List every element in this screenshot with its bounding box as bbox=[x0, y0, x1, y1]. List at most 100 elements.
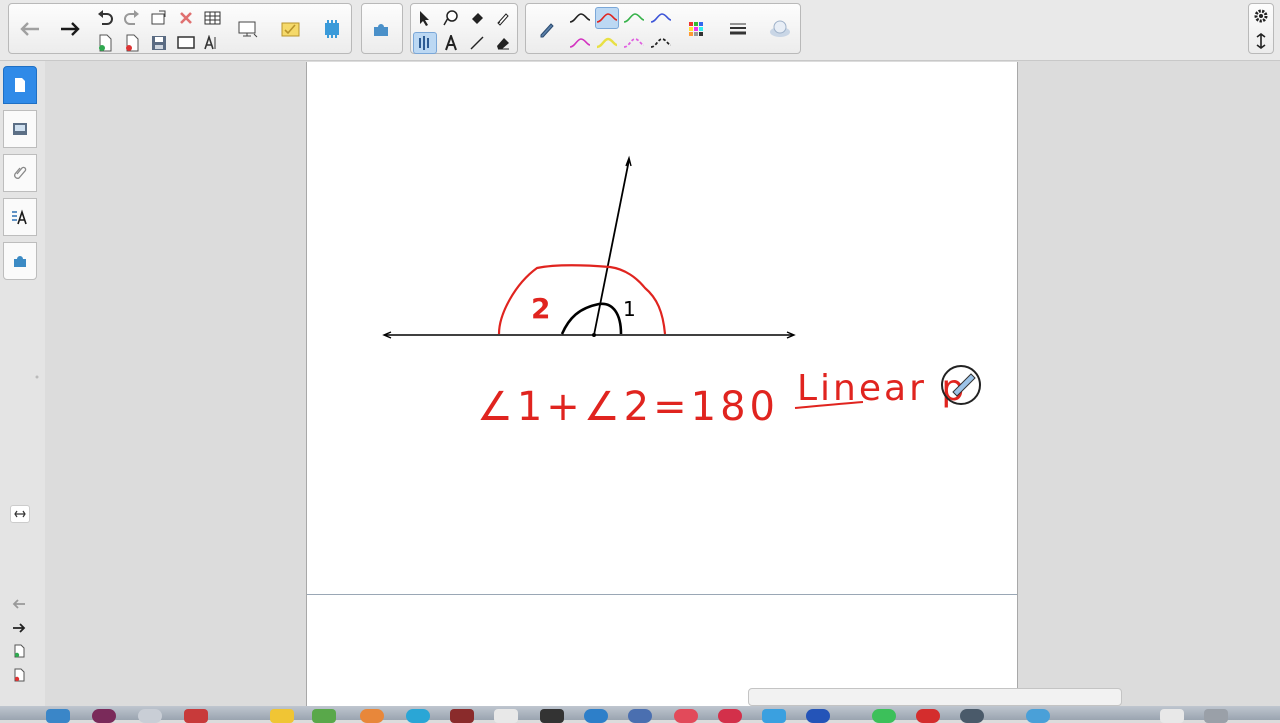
ink-drawing[interactable]: 1 2 ∠1+∠2=180 Linear p bbox=[307, 62, 1017, 720]
table-icon bbox=[204, 11, 221, 25]
toolbar-group-pens bbox=[525, 3, 801, 54]
panel-resize-dot[interactable] bbox=[34, 374, 40, 380]
table-button[interactable] bbox=[201, 7, 225, 29]
back-arrow-button[interactable] bbox=[13, 7, 47, 51]
forward-arrow-icon bbox=[61, 22, 80, 36]
line-style-icon bbox=[596, 13, 618, 23]
back-arrow-icon bbox=[20, 22, 39, 36]
line-style-icon bbox=[650, 38, 672, 48]
gallery-tab[interactable] bbox=[3, 110, 37, 148]
toolbar-group-select bbox=[410, 3, 518, 54]
dock-app-icon[interactable] bbox=[360, 709, 384, 723]
delete-button[interactable] bbox=[174, 7, 198, 29]
page-sorter-tab[interactable] bbox=[3, 66, 37, 104]
fill-tool[interactable] bbox=[465, 7, 489, 29]
save-button[interactable] bbox=[147, 32, 171, 54]
eraser-tool[interactable] bbox=[491, 32, 515, 54]
screen-icon bbox=[238, 21, 258, 38]
line-tool-icon bbox=[470, 36, 484, 50]
text-tool[interactable] bbox=[439, 32, 463, 54]
color-palette-button[interactable] bbox=[679, 7, 713, 51]
add-page-side-button[interactable] bbox=[10, 643, 28, 659]
dock-app-icon[interactable] bbox=[1160, 709, 1184, 723]
vertex-point bbox=[592, 333, 596, 337]
forward-arrow-icon bbox=[13, 623, 26, 633]
line-style-icon bbox=[650, 13, 672, 23]
pen-style-red[interactable] bbox=[595, 7, 619, 29]
delete-icon bbox=[180, 12, 192, 24]
dock-app-icon[interactable] bbox=[270, 709, 294, 723]
dock-app-icon[interactable] bbox=[584, 709, 608, 723]
pen-tool[interactable] bbox=[413, 32, 437, 54]
dock-app-icon[interactable] bbox=[674, 709, 698, 723]
shape-tool[interactable] bbox=[439, 7, 463, 29]
pen-style-black[interactable] bbox=[568, 7, 592, 29]
pen-style-magenta[interactable] bbox=[568, 32, 592, 54]
dock-app-icon[interactable] bbox=[138, 709, 162, 723]
dock-app-icon[interactable] bbox=[806, 709, 830, 723]
angle-label-1: 1 bbox=[623, 297, 636, 321]
pen-button[interactable] bbox=[530, 7, 564, 51]
horizontal-scrollbar[interactable] bbox=[748, 688, 1122, 706]
main-toolbar bbox=[0, 0, 1280, 61]
angle-1-arc bbox=[560, 302, 623, 335]
properties-tab[interactable] bbox=[3, 198, 37, 236]
toolbar-group-edit bbox=[8, 3, 352, 54]
shape-icon bbox=[443, 10, 458, 26]
forward-arrow-button[interactable] bbox=[53, 7, 87, 51]
dock-app-icon[interactable] bbox=[960, 709, 984, 723]
dock-app-icon[interactable] bbox=[762, 709, 786, 723]
addon-icon bbox=[325, 20, 339, 38]
select-tool[interactable] bbox=[413, 7, 437, 29]
dock-app-icon[interactable] bbox=[92, 709, 116, 723]
properties-button[interactable] bbox=[763, 7, 797, 51]
dock-app-icon[interactable] bbox=[494, 709, 518, 723]
straight-line[interactable] bbox=[382, 331, 796, 339]
text-format-button[interactable] bbox=[201, 32, 225, 54]
dock-app-icon[interactable] bbox=[1204, 709, 1228, 723]
open-file-icon bbox=[151, 10, 166, 25]
measure-button[interactable] bbox=[274, 7, 308, 51]
line-tool[interactable] bbox=[465, 32, 489, 54]
pen-style-blue[interactable] bbox=[649, 7, 673, 29]
addon-button[interactable] bbox=[315, 7, 349, 51]
screen-capture-button[interactable] bbox=[231, 7, 265, 51]
settings-button[interactable] bbox=[1249, 5, 1273, 27]
puzzle-button[interactable] bbox=[365, 7, 399, 51]
delete-page-side-button[interactable] bbox=[10, 667, 28, 683]
dock-app-icon[interactable] bbox=[916, 709, 940, 723]
pen-style-black-dashed[interactable] bbox=[649, 32, 673, 54]
dock-app-icon[interactable] bbox=[450, 709, 474, 723]
left-right-arrow-icon bbox=[14, 510, 26, 518]
dock-app-icon[interactable] bbox=[718, 709, 742, 723]
whiteboard-page[interactable]: 1 2 ∠1+∠2=180 Linear p bbox=[306, 62, 1018, 720]
magic-pen-tool[interactable] bbox=[491, 7, 515, 29]
dock-app-icon[interactable] bbox=[872, 709, 896, 723]
panel-swap-button[interactable] bbox=[10, 505, 30, 523]
dock-app-icon[interactable] bbox=[406, 709, 430, 723]
toolbar-position-button[interactable] bbox=[1249, 30, 1273, 52]
add-page-button[interactable] bbox=[93, 32, 117, 54]
dock-app-icon[interactable] bbox=[46, 709, 70, 723]
attachments-tab[interactable] bbox=[3, 154, 37, 192]
pen-style-yellow[interactable] bbox=[595, 32, 619, 54]
remove-page-button[interactable] bbox=[120, 32, 144, 54]
pen-style-pink-dashed[interactable] bbox=[622, 32, 646, 54]
previous-page-button[interactable] bbox=[10, 596, 28, 612]
pen-style-green[interactable] bbox=[622, 7, 646, 29]
next-page-button[interactable] bbox=[10, 620, 28, 636]
line-style-icon bbox=[569, 38, 591, 48]
fullscreen-button[interactable] bbox=[174, 32, 198, 54]
addons-tab[interactable] bbox=[3, 242, 37, 280]
line-style-icon bbox=[623, 38, 645, 48]
open-file-button[interactable] bbox=[147, 7, 171, 29]
redo-button[interactable] bbox=[120, 7, 144, 29]
dock-app-icon[interactable] bbox=[184, 709, 208, 723]
dock-app-icon[interactable] bbox=[540, 709, 564, 723]
dock-app-icon[interactable] bbox=[628, 709, 652, 723]
dock-app-icon[interactable] bbox=[1026, 709, 1050, 723]
pen-icon bbox=[540, 23, 554, 38]
dock-app-icon[interactable] bbox=[312, 709, 336, 723]
line-width-button[interactable] bbox=[721, 7, 755, 51]
undo-button[interactable] bbox=[93, 7, 117, 29]
